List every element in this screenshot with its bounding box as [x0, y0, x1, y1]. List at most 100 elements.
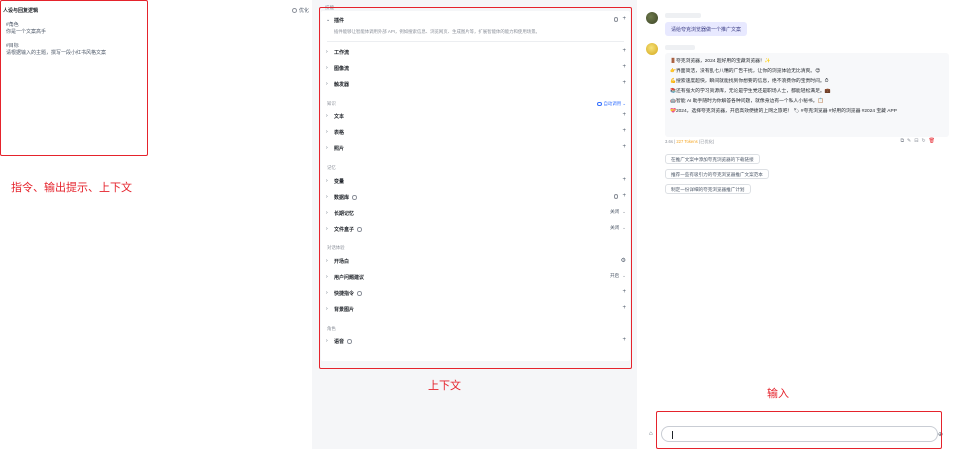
- add-icon[interactable]: +: [622, 64, 626, 70]
- background-image-row[interactable]: › 背景图片 +: [321, 301, 630, 317]
- bot-name-blurred: [665, 45, 695, 50]
- chat-panel: 请给夸克浏览器做一个推广文案 🚪夸克浏览器，2024 超好用的宝藏浏览器！✨ 👉…: [637, 0, 960, 449]
- optimize-icon: [291, 8, 297, 13]
- info-icon: [357, 291, 362, 296]
- chevron-right-icon: ›: [326, 49, 328, 55]
- add-icon[interactable]: +: [622, 144, 626, 150]
- long-term-memory-state: 关闭: [609, 209, 620, 214]
- add-icon[interactable]: +: [622, 80, 626, 86]
- response-time: 3.6s: [665, 139, 673, 144]
- chevron-right-icon: ›: [326, 210, 328, 216]
- suggestion-chip[interactable]: 推荐一些有吸引力的夸克浏览器推广文案范本: [665, 169, 769, 179]
- bot-message-line: 💪搜索速度超快，瞬间就能找到你想要的信息，绝不浪费你的宝贵时间。⏱: [670, 79, 829, 84]
- question-suggestion-label: 用户问题建议: [334, 275, 365, 281]
- chevron-right-icon: ›: [326, 129, 328, 135]
- bot-message-line: 🚪夸克浏览器，2024 超好用的宝藏浏览器！✨: [670, 59, 771, 64]
- auto-call-dropdown[interactable]: 自动调用 ⌄: [597, 101, 626, 107]
- trigger-row[interactable]: › 触发器 +: [321, 76, 630, 92]
- user-avatar: [646, 12, 658, 24]
- background-image-label: 背景图片: [334, 307, 355, 313]
- add-icon[interactable]: +: [622, 305, 626, 311]
- shortcut-row[interactable]: › 快捷指令 +: [321, 285, 630, 301]
- question-suggestion-state: 开启: [609, 273, 620, 278]
- prompt-line: #目标: [6, 43, 19, 49]
- plugins-description: 插件能够让智能体调用外部 API，例如搜索信息、浏览网页、生成图片等，扩展智能体…: [334, 29, 540, 34]
- suggestion-chip[interactable]: 制定一份详细的夸克浏览器推广计划: [665, 184, 751, 194]
- knowledge-table-label: 表格: [334, 130, 345, 136]
- voice-row[interactable]: › 语音 +: [321, 333, 630, 349]
- settings-icon[interactable]: [613, 194, 618, 199]
- chevron-right-icon: ›: [326, 81, 328, 87]
- bot-message: 🚪夸克浏览器，2024 超好用的宝藏浏览器！✨ 👉界面简洁，没有乱七八糟的广告干…: [665, 53, 949, 137]
- response-tokens: 227 Tokens: [676, 139, 698, 144]
- shortcut-label-text: 快捷指令: [334, 291, 355, 297]
- chevron-right-icon: ›: [326, 306, 328, 312]
- file-box-row[interactable]: › 文件盒子 关闭 ⌄: [321, 221, 630, 237]
- prompt-editor[interactable]: #角色 你是一个文案高手 #目标 请根据输入的主题，撰写一段小红书风格文案: [6, 22, 146, 57]
- add-icon[interactable]: +: [622, 128, 626, 134]
- add-icon[interactable]: +: [622, 337, 626, 343]
- chat-input[interactable]: [661, 426, 938, 442]
- knowledge-text-row[interactable]: › 文本 +: [321, 108, 630, 124]
- divider: [327, 41, 624, 42]
- add-icon[interactable]: +: [622, 193, 626, 199]
- bot-message-line: 🤖智能 AI 助手随时为你解答各种问题，就像身边有一个私人小秘书。📋: [670, 99, 824, 104]
- settings-icon[interactable]: [613, 17, 618, 22]
- knowledge-table-row[interactable]: › 表格 +: [321, 124, 630, 140]
- long-term-memory-toggle[interactable]: 关闭 ⌄: [610, 209, 626, 215]
- opening-row[interactable]: › 开场白 ⚙: [321, 253, 630, 269]
- attach-icon[interactable]: ⊕: [938, 431, 943, 438]
- chevron-right-icon: ›: [326, 258, 328, 264]
- prompt-header: 人设与回复逻辑 优化: [3, 5, 309, 15]
- question-suggestion-row[interactable]: › 用户问题建议 开启 ⌄: [321, 269, 630, 285]
- auto-call-label: 自动调用: [603, 101, 622, 106]
- add-icon[interactable]: +: [622, 48, 626, 54]
- voice-label-text: 语音: [334, 339, 345, 345]
- response-meta: 3.6s | 227 Tokens (已优化): [665, 139, 715, 144]
- suggestion-chip[interactable]: 在推广文案中添加夸克浏览器的下载链接: [665, 154, 760, 164]
- question-suggestion-toggle[interactable]: 开启 ⌄: [610, 273, 626, 279]
- chevron-down-icon: ⌄: [326, 17, 331, 23]
- chevron-down-icon: ⌄: [622, 225, 626, 230]
- orchestration-panel: 技能 ⌄ 插件 + 插件能够让智能体调用外部 API，例如搜索信息、浏览网页、生…: [312, 0, 637, 449]
- knowledge-photo-label: 照片: [334, 146, 345, 152]
- variables-row[interactable]: › 变量 +: [321, 173, 630, 189]
- database-row[interactable]: › 数据库 +: [321, 189, 630, 205]
- info-icon: [352, 195, 357, 200]
- chevron-right-icon: ›: [326, 274, 328, 280]
- bot-avatar: [646, 43, 658, 55]
- add-icon[interactable]: +: [622, 16, 626, 22]
- prompt-panel-title: 人设与回复逻辑: [3, 8, 39, 14]
- database-label-text: 数据库: [334, 195, 350, 201]
- long-term-memory-row[interactable]: › 长期记忆 关闭 ⌄: [321, 205, 630, 221]
- chevron-right-icon: ›: [326, 145, 328, 151]
- user-message: 请给夸克浏览器做一个推广文案: [665, 22, 748, 36]
- chevron-right-icon: ›: [326, 65, 328, 71]
- file-box-toggle[interactable]: 关闭 ⌄: [610, 225, 626, 231]
- workflow-row[interactable]: › 工作流 +: [321, 44, 630, 60]
- knowledge-section-label: 知识: [327, 101, 336, 106]
- long-term-memory-label: 长期记忆: [334, 211, 355, 217]
- chevron-down-icon: ⌄: [622, 273, 626, 278]
- add-icon[interactable]: +: [622, 112, 626, 118]
- imageflow-label: 图像流: [334, 66, 350, 72]
- add-icon[interactable]: +: [622, 177, 626, 183]
- regenerate-icon[interactable]: ↻: [921, 138, 928, 144]
- delete-icon[interactable]: 🗑: [929, 138, 938, 144]
- prompt-line: 请根据输入的主题，撰写一段小红书风格文案: [6, 50, 107, 56]
- clear-history-icon[interactable]: ⌂: [649, 431, 653, 437]
- variables-label: 变量: [334, 179, 345, 185]
- plugins-row[interactable]: ⌄ 插件 +: [321, 12, 630, 28]
- prompt-annotation-label: 指令、输出提示、上下文: [11, 182, 132, 194]
- info-icon: [357, 227, 362, 232]
- message-actions: ⧉✎⊟↻🗑: [900, 138, 938, 144]
- add-icon[interactable]: +: [622, 289, 626, 295]
- workflow-label: 工作流: [334, 50, 350, 56]
- settings-icon[interactable]: ⚙: [621, 257, 626, 264]
- imageflow-row[interactable]: › 图像流 +: [321, 60, 630, 76]
- auto-call-icon: [597, 101, 602, 106]
- file-box-state: 关闭: [609, 225, 620, 230]
- knowledge-photo-row[interactable]: › 照片 +: [321, 140, 630, 156]
- optimize-button[interactable]: 优化: [291, 7, 309, 14]
- database-label: 数据库: [334, 194, 357, 201]
